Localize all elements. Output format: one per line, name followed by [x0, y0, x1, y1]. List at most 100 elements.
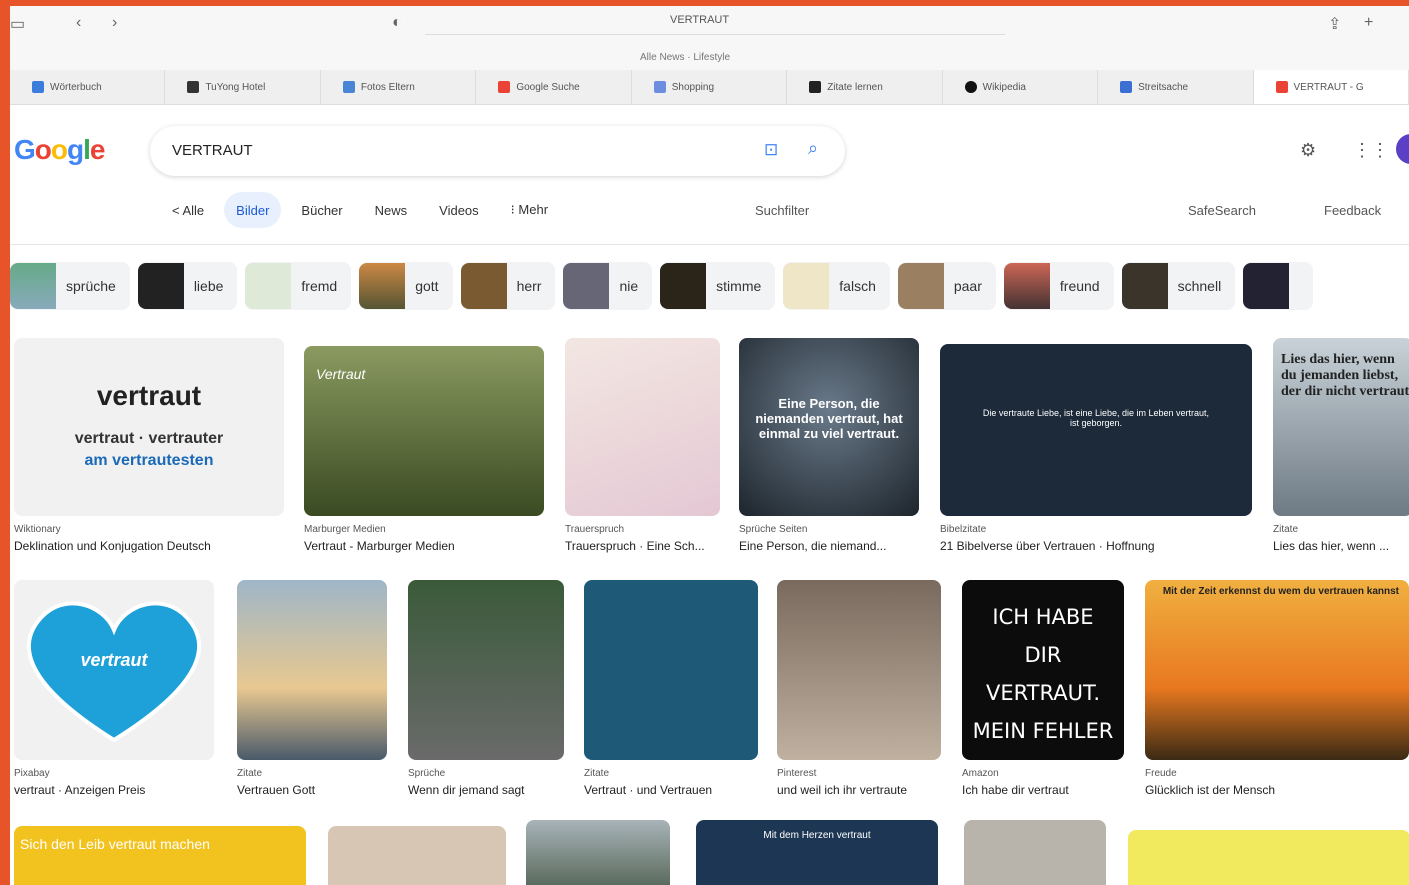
result-forms: vertraut · vertrauter	[74, 430, 224, 447]
avatar[interactable]	[1396, 134, 1409, 164]
related-label: freund	[1059, 278, 1100, 294]
search-input[interactable]: VERTRAUT	[172, 142, 253, 159]
search-box[interactable]: VERTRAUT ⊡ ⌕	[150, 126, 845, 176]
browser-toolbar: ▭ ‹ › ◐ VERTRAUT ⇪ +	[10, 6, 1409, 46]
browser-tab[interactable]: Wikipedia	[943, 70, 1099, 104]
browser-tab[interactable]: Fotos Eltern	[321, 70, 477, 104]
filter-images[interactable]: Bilder	[224, 192, 282, 228]
result-source: Zitate	[237, 768, 263, 779]
tab-label: Shopping	[671, 81, 715, 93]
image-result[interactable]: vertraut Pixabay vertraut · Anzeigen Pre…	[14, 580, 214, 797]
image-result[interactable]	[526, 820, 670, 885]
filter-news[interactable]: News	[363, 192, 420, 228]
feedback-button[interactable]: Feedback	[1324, 203, 1381, 218]
filter-books[interactable]: Bücher	[289, 192, 354, 228]
back-icon[interactable]: ‹	[76, 14, 81, 32]
result-image	[408, 580, 564, 760]
related-thumb	[783, 263, 830, 309]
image-result[interactable]: Zitate Vertraut · und Vertrauen	[584, 580, 758, 797]
related-chip[interactable]: sprüche	[10, 262, 130, 310]
image-result[interactable]	[328, 826, 506, 885]
browser-tab[interactable]: Zitate lernen	[787, 70, 943, 104]
image-result[interactable]: Pinterest und weil ich ihr vertraute	[777, 580, 941, 797]
related-thumb	[359, 263, 406, 309]
lens-icon[interactable]: ⊡	[764, 140, 778, 160]
image-result[interactable]: Mit dem Herzen vertraut	[696, 820, 938, 885]
browser-tab[interactable]: Google Suche	[476, 70, 632, 104]
result-image: Vertraut	[304, 346, 544, 516]
related-thumb	[245, 263, 292, 309]
image-result[interactable]	[964, 820, 1106, 885]
sidebar-icon[interactable]: ▭	[10, 14, 25, 34]
related-thumb	[563, 263, 610, 309]
settings-icon[interactable]: ⚙	[1300, 140, 1316, 161]
result-source: Wiktionary	[14, 524, 61, 535]
image-result[interactable]: Sprüche Wenn dir jemand sagt	[408, 580, 564, 797]
filter-more[interactable]: ⁝ Mehr	[499, 192, 560, 228]
related-label: schnell	[1177, 278, 1222, 294]
result-image	[1128, 830, 1409, 885]
result-image: vertraut	[14, 580, 214, 760]
related-label: nie	[619, 278, 639, 294]
browser-tab[interactable]: TuYong Hotel	[165, 70, 321, 104]
related-chip[interactable]: gott	[359, 262, 453, 310]
tab-favicon	[964, 81, 977, 93]
image-result[interactable]: ICH HABE DIR VERTRAUT. MEIN FEHLER Amazo…	[962, 580, 1124, 797]
image-result[interactable]: Mit der Zeit erkennst du wem du vertraue…	[1145, 580, 1409, 797]
filter-videos[interactable]: Videos	[427, 192, 491, 228]
address-bar[interactable]: VERTRAUT	[425, 10, 1005, 35]
google-logo[interactable]: Google	[14, 134, 105, 166]
related-chip[interactable]: schnell	[1121, 262, 1236, 310]
related-thumb	[10, 263, 56, 309]
related-chip[interactable]	[1243, 262, 1314, 310]
related-thumb	[1121, 263, 1168, 309]
tools-button[interactable]: Suchfilter	[755, 203, 809, 218]
browser-tab[interactable]: Shopping	[632, 70, 788, 104]
image-result[interactable]: Trauerspruch Trauerspruch · Eine Sch...	[565, 338, 720, 553]
browser-tab-active[interactable]: VERTRAUT - G	[1253, 70, 1409, 104]
share-icon[interactable]: ⇪	[1328, 14, 1341, 34]
image-result[interactable]: Sich den Leib vertraut machen	[14, 826, 306, 885]
result-image: Mit der Zeit erkennst du wem du vertraue…	[1145, 580, 1409, 760]
new-tab-icon[interactable]: +	[1364, 14, 1373, 32]
result-caption: Eine Person, die niemand...	[739, 539, 887, 553]
image-result[interactable]: Eine Person, die niemanden vertraut, hat…	[739, 338, 919, 553]
image-result[interactable]	[1128, 830, 1409, 885]
apps-grid-icon[interactable]: ⋮⋮	[1353, 140, 1389, 161]
related-chip[interactable]: falsch	[783, 262, 890, 310]
image-result[interactable]: vertraut vertraut · vertrauter am vertra…	[14, 338, 284, 553]
search-icon[interactable]: ⌕	[808, 138, 818, 159]
related-chip[interactable]: herr	[460, 262, 556, 310]
result-caption: Lies das hier, wenn ...	[1273, 539, 1390, 553]
related-chip[interactable]: paar	[897, 262, 996, 310]
related-chip[interactable]: liebe	[137, 262, 238, 310]
related-label: liebe	[193, 278, 224, 294]
result-source: Zitate	[1273, 524, 1299, 535]
result-overlay: vertraut	[80, 650, 148, 670]
result-overlay: Vertraut	[316, 366, 366, 382]
related-chip[interactable]: nie	[563, 262, 653, 310]
forward-icon[interactable]: ›	[112, 14, 117, 32]
related-thumb	[897, 263, 944, 309]
browser-window: ▭ ‹ › ◐ VERTRAUT ⇪ + Alle News · Lifesty…	[10, 6, 1409, 885]
result-source: Amazon	[962, 768, 999, 779]
result-overlay: Die vertraute Liebe, ist eine Liebe, die…	[982, 408, 1210, 428]
image-result[interactable]: Vertraut Marburger Medien Vertraut - Mar…	[304, 346, 544, 553]
reader-icon[interactable]: ◐	[392, 14, 402, 32]
related-chip[interactable]: stimme	[660, 262, 776, 310]
filter-all[interactable]: < Alle	[160, 192, 216, 228]
related-chip[interactable]: fremd	[245, 262, 352, 310]
browser-tab[interactable]: Wörterbuch	[10, 70, 166, 104]
tab-favicon	[653, 81, 666, 93]
image-result[interactable]: Zitate Vertrauen Gott	[237, 580, 387, 797]
image-result[interactable]: Die vertraute Liebe, ist eine Liebe, die…	[940, 344, 1252, 553]
tab-label: Wörterbuch	[50, 81, 102, 93]
safesearch-button[interactable]: SafeSearch	[1188, 203, 1256, 218]
result-caption: Ich habe dir vertraut	[962, 783, 1069, 797]
related-label: paar	[953, 278, 982, 294]
filter-bar: < Alle Bilder Bücher News Videos ⁝ Mehr	[160, 192, 560, 228]
related-chip[interactable]: freund	[1003, 262, 1114, 310]
image-result[interactable]: Lies das hier, wenn du jemanden liebst, …	[1273, 338, 1409, 553]
browser-tab[interactable]: Streitsache	[1098, 70, 1254, 104]
divider	[10, 244, 1409, 245]
